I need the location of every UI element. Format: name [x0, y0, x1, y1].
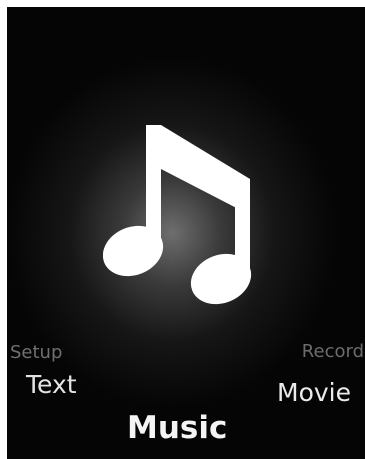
music-note-icon [103, 125, 252, 305]
menu-item-text[interactable]: Text [26, 370, 77, 399]
menu-item-setup[interactable]: Setup [10, 342, 62, 363]
menu-item-record[interactable]: Record [302, 341, 364, 362]
menu-item-music[interactable]: Music [127, 410, 227, 446]
menu-item-movie[interactable]: Movie [277, 378, 351, 407]
player-screen: Setup Record Text Movie Music [7, 7, 365, 459]
